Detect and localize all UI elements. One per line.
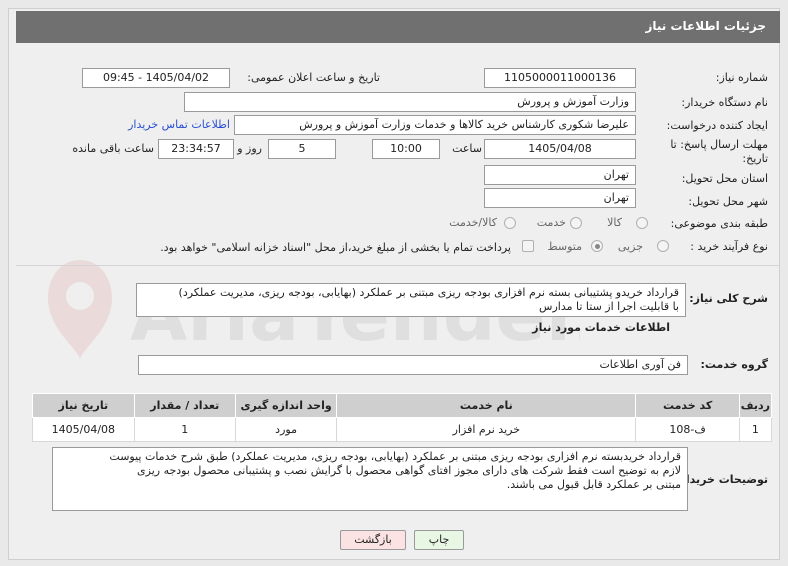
province-field: تهران bbox=[484, 165, 636, 185]
col-unit: واحد اندازه گیری bbox=[234, 393, 338, 418]
creator-label: ایجاد کننده درخواست: bbox=[666, 119, 768, 132]
buyer-notes-line1: قرارداد خریدبسته نرم افزاری بودجه ریزی م… bbox=[109, 450, 681, 463]
city-label: شهر محل تحویل: bbox=[688, 195, 768, 208]
print-button[interactable]: چاپ bbox=[414, 530, 464, 550]
col-quantity: تعداد / مقدار bbox=[133, 393, 236, 418]
category-radio-goods-service[interactable] bbox=[504, 217, 516, 229]
purchase-option-medium: متوسط bbox=[547, 240, 582, 253]
col-service-name: نام خدمت bbox=[336, 393, 637, 418]
col-need-date: تاریخ نیاز bbox=[32, 393, 135, 418]
treasury-payment-checkbox[interactable] bbox=[522, 240, 534, 252]
description-textarea: قرارداد خریدو پشتیبانی بسته نرم افزاری ب… bbox=[136, 283, 686, 317]
category-radio-service[interactable] bbox=[570, 217, 582, 229]
cell-row: 1 bbox=[738, 417, 773, 442]
cell-need-date: 1405/04/08 bbox=[32, 417, 135, 442]
buyer-org-label: نام دستگاه خریدار: bbox=[681, 96, 768, 109]
announce-date-field: 1405/04/02 - 09:45 bbox=[82, 68, 230, 88]
city-field: تهران bbox=[484, 188, 636, 208]
col-row: ردیف bbox=[738, 393, 773, 418]
description-line1: قرارداد خریدو پشتیبانی بسته نرم افزاری ب… bbox=[178, 286, 679, 299]
divider bbox=[16, 265, 780, 266]
need-number-field: 1105000011000136 bbox=[484, 68, 636, 88]
table-row: 1 ف-108 خرید نرم افزار مورد 1 1405/04/08 bbox=[32, 417, 773, 442]
announce-date-label: تاریخ و ساعت اعلان عمومی: bbox=[247, 71, 380, 84]
deadline-time-field: 10:00 bbox=[372, 139, 440, 159]
category-option-goods: کالا bbox=[607, 216, 622, 229]
buyer-notes-line3: مبتنی بر عملکرد قابل قبول می باشند. bbox=[506, 478, 681, 491]
remaining-days-field: 5 bbox=[268, 139, 336, 159]
cell-service-code: ف-108 bbox=[635, 417, 740, 442]
purchase-radio-medium[interactable] bbox=[591, 240, 603, 252]
buyer-notes-label: توضیحات خریدار: bbox=[675, 473, 768, 486]
description-line2: با قابلیت اجرا از ستا تا مدارس bbox=[539, 300, 679, 313]
back-button[interactable]: بازگشت bbox=[340, 530, 406, 550]
buyer-notes-line2: لازم به توضیح است فقط شرکت های دارای مجو… bbox=[137, 464, 681, 477]
remaining-time-field: 23:34:57 bbox=[158, 139, 234, 159]
description-label: شرح کلی نیاز: bbox=[689, 292, 768, 305]
category-option-goods-service: کالا/خدمت bbox=[449, 216, 497, 229]
table-header-row: ردیف کد خدمت نام خدمت واحد اندازه گیری ت… bbox=[32, 393, 773, 418]
cell-service-name: خرید نرم افزار bbox=[336, 417, 637, 442]
buyer-notes-textarea: قرارداد خریدبسته نرم افزاری بودجه ریزی م… bbox=[52, 447, 688, 511]
service-group-field: فن آوری اطلاعات bbox=[138, 355, 688, 375]
col-service-code: کد خدمت bbox=[635, 393, 740, 418]
buyer-contact-link[interactable]: اطلاعات تماس خریدار bbox=[128, 118, 230, 131]
deadline-label-line1: مهلت ارسال پاسخ: تا bbox=[670, 138, 768, 151]
need-number-label: شماره نیاز: bbox=[715, 71, 768, 84]
category-option-service: خدمت bbox=[536, 216, 566, 229]
purchase-radio-minor[interactable] bbox=[657, 240, 669, 252]
cell-unit: مورد bbox=[234, 417, 338, 442]
deadline-date-field: 1405/04/08 bbox=[484, 139, 636, 159]
services-table: ردیف کد خدمت نام خدمت واحد اندازه گیری ت… bbox=[32, 393, 773, 442]
purchase-type-label: نوع فرآیند خرید : bbox=[690, 240, 768, 253]
remaining-days-label: روز و bbox=[237, 142, 262, 155]
creator-field: علیرضا شکوری کارشناس خرید کالاها و خدمات… bbox=[234, 115, 636, 135]
deadline-time-label: ساعت bbox=[452, 142, 482, 155]
purchase-option-minor: جزیی bbox=[617, 240, 643, 253]
remaining-time-label: ساعت باقی مانده bbox=[72, 142, 154, 155]
province-label: استان محل تحویل: bbox=[681, 172, 768, 185]
page-title: جزئیات اطلاعات نیاز bbox=[645, 19, 766, 33]
category-radio-goods[interactable] bbox=[636, 217, 648, 229]
treasury-payment-note: پرداخت تمام یا بخشی از مبلغ خرید،از محل … bbox=[160, 241, 511, 254]
cell-quantity: 1 bbox=[133, 417, 236, 442]
service-group-label: گروه خدمت: bbox=[700, 358, 768, 371]
page-header: جزئیات اطلاعات نیاز bbox=[16, 11, 780, 43]
category-label: طبقه بندی موضوعی: bbox=[670, 217, 768, 230]
services-section-title: اطلاعات خدمات مورد نیاز bbox=[532, 321, 670, 334]
deadline-label-line2: تاریخ: bbox=[742, 152, 768, 165]
buyer-org-field: وزارت آموزش و پرورش bbox=[184, 92, 636, 112]
